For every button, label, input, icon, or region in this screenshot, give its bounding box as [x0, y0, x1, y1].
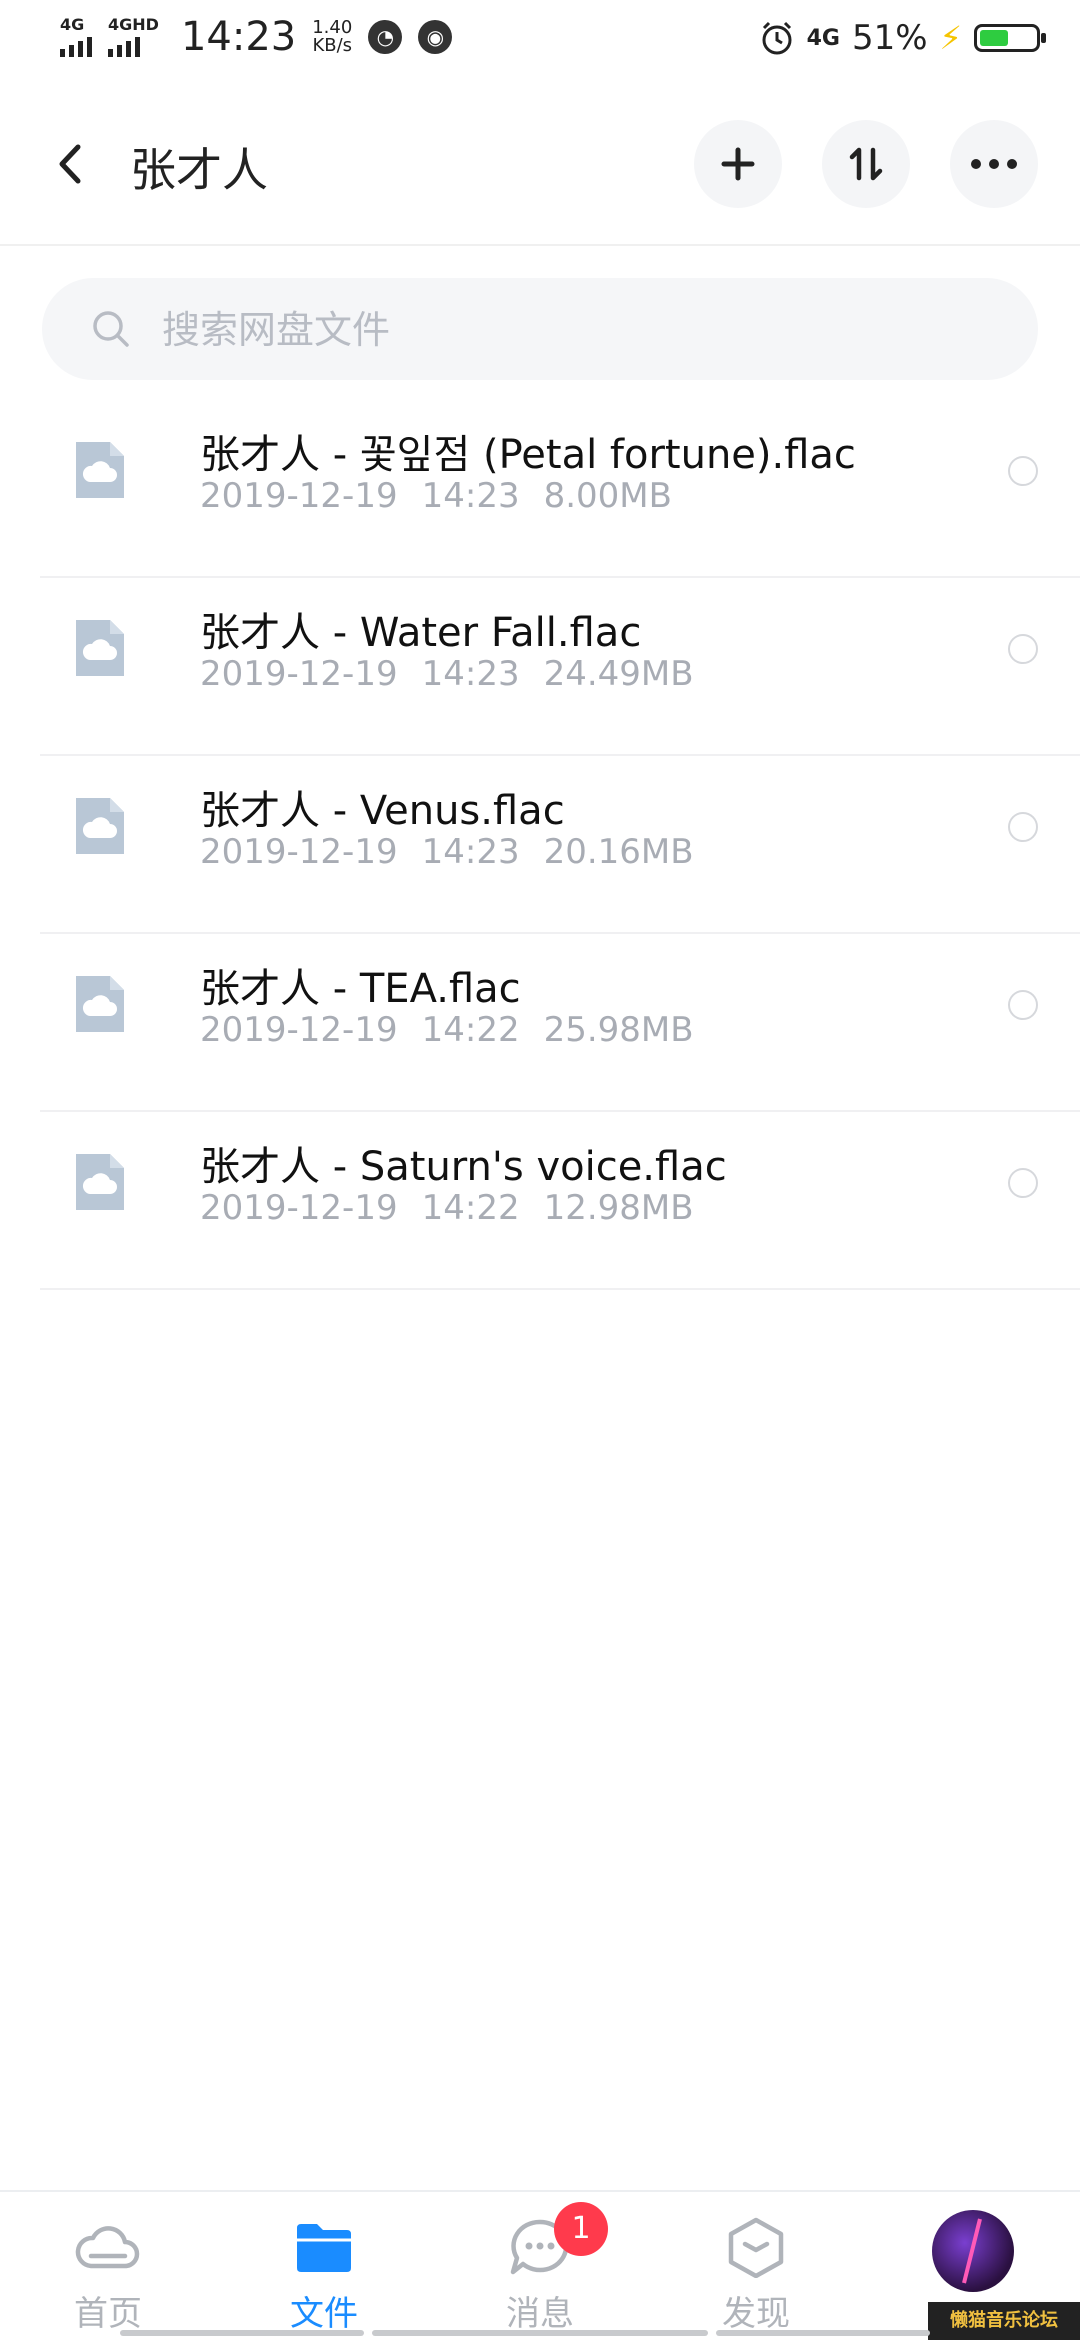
file-size: 20.16MB — [543, 832, 694, 872]
bottom-nav: 首页 文件 消息 1 发现 — [0, 2190, 1080, 2342]
file-row[interactable]: 张才人 - Water Fall.flac 2019-12-19 14:23 24.… — [40, 578, 1080, 756]
alarm-icon — [762, 21, 792, 55]
header: 张才人 — [0, 84, 1080, 246]
network-type: 4G — [806, 25, 840, 51]
network-speed: 1.40 KB/s — [312, 17, 353, 56]
clock: 14:23 — [180, 14, 297, 60]
nav-home-label: 首页 — [74, 2294, 142, 2334]
more-icon — [971, 159, 1017, 169]
file-date: 2019-12-19 — [200, 476, 398, 516]
nav-files[interactable]: 文件 — [254, 2216, 394, 2346]
cloud-file-icon — [76, 1154, 124, 1210]
select-checkbox[interactable] — [1008, 456, 1038, 486]
charging-icon: ⚡ — [939, 19, 962, 57]
file-date: 2019-12-19 — [200, 1188, 398, 1228]
add-button[interactable] — [694, 120, 782, 208]
file-size: 8.00MB — [543, 476, 672, 516]
nav-messages[interactable]: 消息 1 — [470, 2202, 610, 2346]
search-icon — [93, 311, 129, 347]
file-row[interactable]: 张才人 - Saturn's voice.flac 2019-12-19 14:2… — [40, 1112, 1080, 1290]
select-checkbox[interactable] — [1008, 812, 1038, 842]
status-left: 4G 4GHD 14:23 1.40 KB/s ◔ ◉ — [60, 14, 453, 60]
cloud-file-icon — [76, 620, 124, 676]
nav-discover-label: 发现 — [722, 2294, 790, 2334]
folder-icon — [297, 2224, 351, 2272]
search-bar[interactable] — [42, 278, 1038, 380]
cloud-icon — [75, 2226, 140, 2269]
file-row[interactable]: 张才人 - 꽃잎점 (Petal fortune).flac 2019-12-1… — [40, 400, 1080, 578]
status-bar: 4G 4GHD 14:23 1.40 KB/s ◔ ◉ 4G 51% ⚡ — [0, 0, 1080, 84]
file-date: 2019-12-19 — [200, 832, 398, 872]
file-date: 2019-12-19 — [200, 1010, 398, 1050]
cloud-file-icon — [76, 442, 124, 498]
file-list: 张才人 - 꽃잎점 (Petal fortune).flac 2019-12-1… — [40, 400, 1080, 1290]
select-checkbox[interactable] — [1008, 634, 1038, 664]
avatar[interactable] — [932, 2210, 1014, 2292]
chevron-left-icon[interactable] — [50, 139, 90, 189]
file-meta: 2019-12-19 14:22 12.98MB — [200, 1188, 718, 1228]
file-size: 24.49MB — [543, 654, 694, 694]
nav-files-label: 文件 — [290, 2294, 358, 2334]
plus-icon — [721, 147, 755, 181]
speedometer-icon: ◔ — [368, 20, 403, 54]
file-name: 张才人 - 꽃잎점 (Petal fortune).flac — [200, 432, 856, 478]
globe-icon: ◉ — [418, 20, 453, 54]
more-button[interactable] — [950, 120, 1038, 208]
file-name: 张才人 - TEA.flac — [200, 966, 521, 1012]
status-right: 4G 51% ⚡ — [759, 18, 1046, 58]
file-row[interactable]: 张才人 - TEA.flac 2019-12-19 14:22 25.98MB — [40, 934, 1080, 1112]
file-meta: 2019-12-19 14:23 8.00MB — [200, 476, 696, 516]
file-name: 张才人 - Water Fall.flac — [200, 610, 642, 656]
nav-messages-label: 消息 — [506, 2294, 574, 2334]
battery-icon — [974, 24, 1046, 52]
search-input[interactable] — [160, 302, 984, 358]
file-size: 12.98MB — [543, 1188, 694, 1228]
file-name: 张才人 - Saturn's voice.flac — [200, 1144, 727, 1190]
select-checkbox[interactable] — [1008, 990, 1038, 1020]
nav-home[interactable]: 首页 — [38, 2216, 178, 2346]
file-size: 25.98MB — [543, 1010, 694, 1050]
select-checkbox[interactable] — [1008, 1168, 1038, 1198]
nav-discover[interactable]: 发现 — [686, 2216, 826, 2346]
file-time: 14:23 — [421, 476, 520, 516]
file-time: 14:23 — [421, 832, 520, 872]
sort-button[interactable] — [822, 120, 910, 208]
signal-icon: 4G — [60, 17, 92, 57]
sort-icon — [849, 147, 883, 181]
file-time: 14:23 — [421, 654, 520, 694]
file-meta: 2019-12-19 14:23 20.16MB — [200, 832, 718, 872]
cloud-file-icon — [76, 976, 124, 1032]
file-time: 14:22 — [421, 1188, 520, 1228]
battery-level — [980, 30, 1008, 46]
file-time: 14:22 — [421, 1010, 520, 1050]
scroll-indicator — [0, 2330, 1080, 2340]
cube-icon — [728, 2217, 784, 2278]
file-name: 张才人 - Venus.flac — [200, 788, 565, 834]
signal-icon: 4GHD — [108, 17, 159, 57]
file-row[interactable]: 张才人 - Venus.flac 2019-12-19 14:23 20.16MB — [40, 756, 1080, 934]
file-date: 2019-12-19 — [200, 654, 398, 694]
cloud-file-icon — [76, 798, 124, 854]
file-meta: 2019-12-19 14:22 25.98MB — [200, 1010, 718, 1050]
unread-badge: 1 — [554, 2202, 608, 2256]
file-meta: 2019-12-19 14:23 24.49MB — [200, 654, 718, 694]
battery-percent: 51% — [851, 18, 928, 58]
page-title: 张才人 — [130, 143, 268, 197]
